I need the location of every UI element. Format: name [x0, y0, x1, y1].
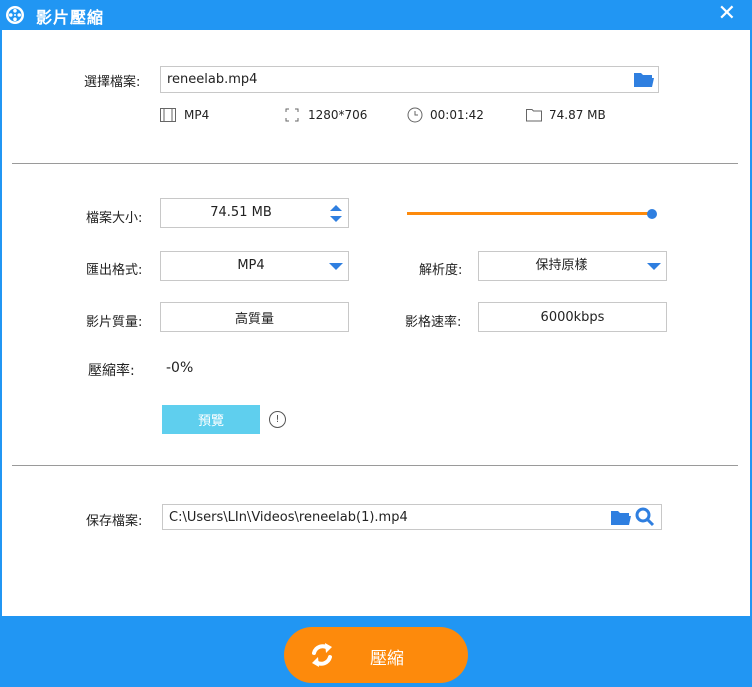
film-strip-icon — [160, 108, 176, 126]
select-file-label: 選擇檔案: — [84, 75, 141, 90]
save-file-label: 保存檔案: — [86, 514, 143, 529]
film-reel-icon — [6, 6, 24, 24]
divider-bottom — [12, 465, 738, 466]
compress-button[interactable]: 壓縮 — [284, 627, 468, 683]
bitrate-label: 影格速率: — [405, 315, 462, 330]
close-button[interactable]: ✕ — [718, 2, 736, 26]
source-size: 74.87 MB — [549, 108, 606, 122]
filesize-slider[interactable] — [407, 207, 657, 221]
quality-label: 影片質量: — [86, 315, 143, 330]
folder-open-icon[interactable] — [610, 509, 632, 530]
source-duration: 00:01:42 — [430, 108, 484, 122]
main-panel: 選擇檔案: reneelab.mp4 MP4 1280*706 00:01:42 — [2, 30, 750, 616]
quality-value: 高質量 — [234, 311, 274, 327]
select-file-value: reneelab.mp4 — [167, 72, 258, 87]
info-icon-glyph: ! — [275, 414, 280, 425]
divider-top — [12, 163, 738, 164]
resolution-select[interactable]: 保持原樣 — [478, 251, 667, 281]
filesize-slider-fill — [407, 212, 652, 215]
filesize-value: 74.51 MB — [210, 205, 272, 220]
resolution-label: 解析度: — [419, 263, 463, 278]
source-resolution: 1280*706 — [308, 108, 368, 122]
chevron-down-icon[interactable] — [647, 263, 661, 270]
format-value: MP4 — [237, 258, 265, 273]
clock-icon — [407, 107, 423, 127]
quality-field[interactable]: 高質量 — [160, 302, 349, 332]
folder-icon — [526, 108, 542, 126]
bitrate-field[interactable]: 6000kbps — [478, 302, 667, 332]
resolution-value: 保持原樣 — [535, 258, 588, 273]
preview-button[interactable]: 預覽 — [162, 405, 260, 434]
filesize-slider-handle[interactable] — [647, 209, 657, 219]
filesize-stepper[interactable]: 74.51 MB — [160, 198, 349, 228]
search-icon[interactable] — [635, 507, 655, 531]
format-select[interactable]: MP4 — [160, 251, 349, 281]
save-path-value: C:\Users\LIn\Videos\reneelab(1).mp4 — [169, 510, 408, 525]
bitrate-value: 6000kbps — [540, 309, 605, 325]
compression-ratio-label: 壓縮率: — [88, 363, 135, 379]
refresh-icon — [308, 641, 336, 673]
select-file-field[interactable]: reneelab.mp4 — [160, 66, 659, 93]
stepper-arrows-icon[interactable] — [330, 205, 342, 226]
title-bar: 影片壓縮 ✕ — [0, 0, 752, 30]
preview-label: 預覽 — [197, 414, 224, 429]
filesize-label: 檔案大小: — [86, 211, 143, 226]
format-label: 匯出格式: — [86, 263, 143, 278]
source-format: MP4 — [184, 108, 210, 122]
chevron-down-icon[interactable] — [329, 263, 343, 270]
folder-open-icon[interactable] — [633, 71, 655, 92]
save-path-field[interactable]: C:\Users\LIn\Videos\reneelab(1).mp4 — [162, 504, 662, 530]
compression-ratio-value: -0% — [166, 360, 194, 376]
window-title: 影片壓縮 — [36, 8, 105, 27]
resolution-icon — [285, 108, 299, 126]
compress-label: 壓縮 — [370, 649, 404, 669]
info-icon[interactable]: ! — [269, 411, 286, 428]
